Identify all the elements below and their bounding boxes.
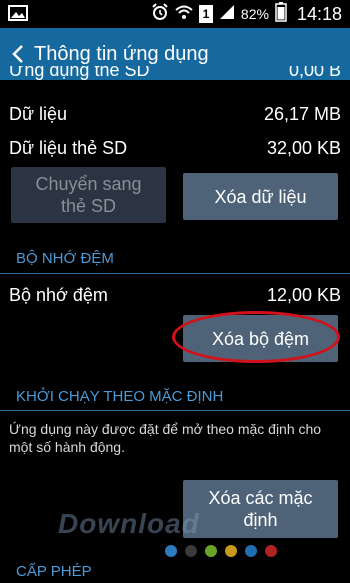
storage-row-data: Dữ liệu 26,17 MB: [9, 104, 341, 125]
watermark-dot: [165, 545, 177, 557]
section-divider: [0, 273, 350, 274]
watermark-dot: [185, 545, 197, 557]
alarm-icon: [151, 2, 169, 26]
storage-row-label: Dữ liệu: [9, 104, 68, 124]
watermark-dot: [245, 545, 257, 557]
watermark-dot: [225, 545, 237, 557]
chevron-left-icon: [12, 45, 23, 63]
launch-default-description: Ứng dụng này được đặt để mở theo mặc địn…: [9, 421, 322, 455]
move-to-sd-button[interactable]: Chuyển sang thẻ SD: [11, 167, 166, 223]
cache-row-label: Bộ nhớ đệm: [9, 285, 108, 305]
status-bar: 1 82% 14:18: [0, 0, 350, 28]
storage-row-value: 32,00 KB: [266, 138, 341, 158]
watermark-text: Download: [58, 508, 200, 539]
launch-default-section-title: KHỞI CHẠY THEO MẶC ĐỊNH: [16, 388, 224, 405]
wifi-icon: [175, 4, 193, 25]
section-divider: [0, 410, 350, 411]
storage-row-label: Dữ liệu thẻ SD: [9, 138, 128, 158]
watermark-dot: [205, 545, 217, 557]
signal-icon: [219, 4, 235, 25]
clear-defaults-button[interactable]: Xóa các mặc định: [183, 480, 338, 538]
highlight-ellipse: [172, 311, 340, 363]
storage-row-label: Ứng dụng thẻ SD: [9, 66, 150, 80]
storage-row-value: 0,00 B: [288, 66, 341, 80]
gallery-notification-icon: [8, 5, 28, 26]
storage-row-partial: Ứng dụng thẻ SD 0,00 B: [9, 66, 341, 80]
battery-percent: 82%: [240, 6, 269, 22]
clear-data-button[interactable]: Xóa dữ liệu: [183, 173, 338, 220]
storage-row-value: 26,17 MB: [263, 104, 341, 124]
battery-icon: [275, 1, 287, 27]
clock: 14:18: [296, 3, 342, 24]
cache-section-title: BỘ NHỚ ĐỆM: [16, 250, 114, 267]
page-title: Thông tin ứng dụng: [34, 42, 209, 65]
status-icons: 1 82% 14:18: [151, 0, 350, 28]
watermark-dot: [265, 545, 277, 557]
permissions-section-title: CẤP PHÉP: [16, 563, 92, 580]
cache-row-value: 12,00 KB: [266, 285, 341, 305]
sim-icon: 1: [198, 5, 213, 23]
watermark-dots: [165, 545, 277, 557]
cache-row: Bộ nhớ đệm 12,00 KB: [9, 285, 341, 306]
storage-row-sd-data: Dữ liệu thẻ SD 32,00 KB: [9, 138, 341, 159]
